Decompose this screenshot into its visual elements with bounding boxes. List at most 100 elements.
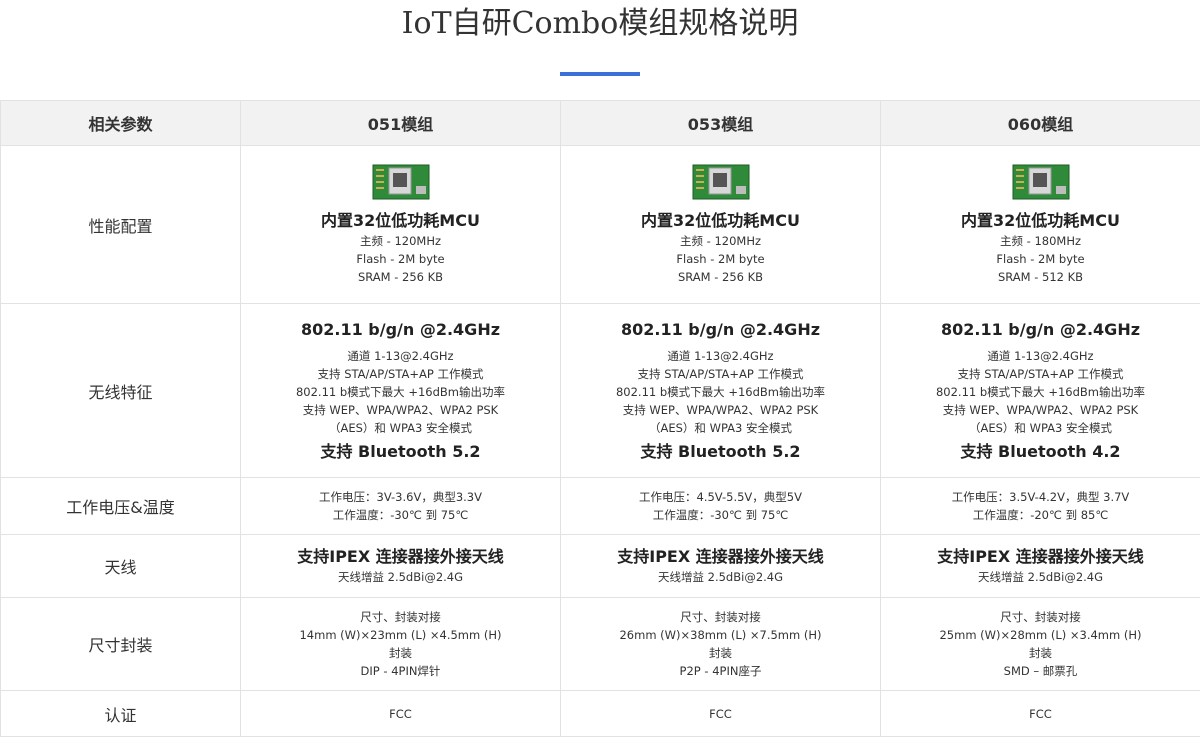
header-module-053: 053模组	[561, 101, 881, 146]
header-param: 相关参数	[1, 101, 241, 146]
cell-line: P2P - 4PIN座子	[561, 662, 880, 680]
spec-table: 相关参数 051模组 053模组 060模组 性能配置 内置32位低功耗MCU …	[0, 100, 1200, 737]
cell-line: 工作温度：-20℃ 到 85℃	[881, 506, 1200, 524]
cell-line: 主频 - 120MHz	[561, 232, 880, 250]
cell-antenna-051: 支持IPEX 连接器接外接天线 天线增益 2.5dBi@2.4G	[241, 535, 561, 598]
cell-heading: 802.11 b/g/n @2.4GHz	[241, 319, 560, 341]
cell-line: 通道 1-13@2.4GHz	[881, 347, 1200, 365]
cell-wireless-053: 802.11 b/g/n @2.4GHz 通道 1-13@2.4GHz 支持 S…	[561, 304, 881, 478]
cell-line: 天线增益 2.5dBi@2.4G	[561, 568, 880, 586]
cell-cert-053: FCC	[561, 691, 881, 737]
cell-wireless-060: 802.11 b/g/n @2.4GHz 通道 1-13@2.4GHz 支持 S…	[881, 304, 1200, 478]
module-chip-image	[1012, 164, 1070, 200]
module-chip-image	[692, 164, 750, 200]
bluetooth-heading: 支持 Bluetooth 5.2	[241, 441, 560, 463]
cell-line: 封装	[561, 644, 880, 662]
cell-heading: 802.11 b/g/n @2.4GHz	[881, 319, 1200, 341]
cell-line: 工作电压：3.5V-4.2V，典型 3.7V	[881, 488, 1200, 506]
cell-line: 封装	[241, 644, 560, 662]
header-module-060: 060模组	[881, 101, 1200, 146]
cell-line: 工作电压：4.5V-5.5V，典型5V	[561, 488, 880, 506]
cell-package-051: 尺寸、封装对接 14mm (W)×23mm (L) ×4.5mm (H) 封装 …	[241, 598, 561, 691]
header-module-051: 051模组	[241, 101, 561, 146]
cell-line: FCC	[561, 705, 880, 723]
cell-perf-051: 内置32位低功耗MCU 主频 - 120MHz Flash - 2M byte …	[241, 146, 561, 304]
cell-heading: 内置32位低功耗MCU	[881, 210, 1200, 232]
param-label: 工作电压&温度	[1, 478, 241, 535]
cell-line: Flash - 2M byte	[561, 250, 880, 268]
param-label: 尺寸封装	[1, 598, 241, 691]
cell-line: 26mm (W)×38mm (L) ×7.5mm (H)	[561, 626, 880, 644]
cell-power-051: 工作电压：3V-3.6V，典型3.3V 工作温度：-30℃ 到 75℃	[241, 478, 561, 535]
cell-line: 主频 - 180MHz	[881, 232, 1200, 250]
param-label: 认证	[1, 691, 241, 737]
cell-perf-053: 内置32位低功耗MCU 主频 - 120MHz Flash - 2M byte …	[561, 146, 881, 304]
cell-line: Flash - 2M byte	[881, 250, 1200, 268]
cell-line: 802.11 b模式下最大 +16dBm输出功率	[881, 383, 1200, 401]
cell-line: 工作温度：-30℃ 到 75℃	[561, 506, 880, 524]
cell-line: 尺寸、封装对接	[561, 608, 880, 626]
cell-line: SRAM - 512 KB	[881, 268, 1200, 286]
cell-line: 通道 1-13@2.4GHz	[561, 347, 880, 365]
cell-line: SRAM - 256 KB	[561, 268, 880, 286]
cell-power-053: 工作电压：4.5V-5.5V，典型5V 工作温度：-30℃ 到 75℃	[561, 478, 881, 535]
cell-line: 工作温度：-30℃ 到 75℃	[241, 506, 560, 524]
cell-line: 支持 STA/AP/STA+AP 工作模式	[241, 365, 560, 383]
bluetooth-heading: 支持 Bluetooth 5.2	[561, 441, 880, 463]
cell-line: 封装	[881, 644, 1200, 662]
cell-antenna-060: 支持IPEX 连接器接外接天线 天线增益 2.5dBi@2.4G	[881, 535, 1200, 598]
cell-heading: 802.11 b/g/n @2.4GHz	[561, 319, 880, 341]
row-package: 尺寸封装 尺寸、封装对接 14mm (W)×23mm (L) ×4.5mm (H…	[1, 598, 1200, 691]
param-label: 天线	[1, 535, 241, 598]
cell-perf-060: 内置32位低功耗MCU 主频 - 180MHz Flash - 2M byte …	[881, 146, 1200, 304]
cell-line: 尺寸、封装对接	[241, 608, 560, 626]
cell-line: 支持 STA/AP/STA+AP 工作模式	[881, 365, 1200, 383]
cell-line: FCC	[241, 705, 560, 723]
cell-package-053: 尺寸、封装对接 26mm (W)×38mm (L) ×7.5mm (H) 封装 …	[561, 598, 881, 691]
cell-heading: 支持IPEX 连接器接外接天线	[881, 546, 1200, 568]
cell-cert-051: FCC	[241, 691, 561, 737]
cell-line: 14mm (W)×23mm (L) ×4.5mm (H)	[241, 626, 560, 644]
cell-heading: 支持IPEX 连接器接外接天线	[561, 546, 880, 568]
cell-package-060: 尺寸、封装对接 25mm (W)×28mm (L) ×3.4mm (H) 封装 …	[881, 598, 1200, 691]
title-underline	[560, 72, 640, 76]
cell-line: 天线增益 2.5dBi@2.4G	[881, 568, 1200, 586]
cell-line: 支持 STA/AP/STA+AP 工作模式	[561, 365, 880, 383]
cell-heading: 支持IPEX 连接器接外接天线	[241, 546, 560, 568]
cell-line: （AES）和 WPA3 安全模式	[881, 419, 1200, 437]
cell-line: （AES）和 WPA3 安全模式	[241, 419, 560, 437]
cell-line: 支持 WEP、WPA/WPA2、WPA2 PSK	[881, 401, 1200, 419]
cell-line: Flash - 2M byte	[241, 250, 560, 268]
param-label: 无线特征	[1, 304, 241, 478]
row-wireless: 无线特征 802.11 b/g/n @2.4GHz 通道 1-13@2.4GHz…	[1, 304, 1200, 478]
row-power: 工作电压&温度 工作电压：3V-3.6V，典型3.3V 工作温度：-30℃ 到 …	[1, 478, 1200, 535]
cell-line: 802.11 b模式下最大 +16dBm输出功率	[561, 383, 880, 401]
cell-line: 主频 - 120MHz	[241, 232, 560, 250]
cell-line: DIP - 4PIN焊针	[241, 662, 560, 680]
row-antenna: 天线 支持IPEX 连接器接外接天线 天线增益 2.5dBi@2.4G 支持IP…	[1, 535, 1200, 598]
param-label: 性能配置	[1, 146, 241, 304]
cell-heading: 内置32位低功耗MCU	[561, 210, 880, 232]
cell-power-060: 工作电压：3.5V-4.2V，典型 3.7V 工作温度：-20℃ 到 85℃	[881, 478, 1200, 535]
module-chip-image	[372, 164, 430, 200]
row-cert: 认证 FCC FCC FCC	[1, 691, 1200, 737]
cell-heading: 内置32位低功耗MCU	[241, 210, 560, 232]
cell-line: 支持 WEP、WPA/WPA2、WPA2 PSK	[241, 401, 560, 419]
cell-line: 天线增益 2.5dBi@2.4G	[241, 568, 560, 586]
cell-wireless-051: 802.11 b/g/n @2.4GHz 通道 1-13@2.4GHz 支持 S…	[241, 304, 561, 478]
cell-line: SMD – 邮票孔	[881, 662, 1200, 680]
page-title: IoT自研Combo模组规格说明	[0, 4, 1200, 44]
header-row: 相关参数 051模组 053模组 060模组	[1, 101, 1200, 146]
row-perf: 性能配置 内置32位低功耗MCU 主频 - 120MHz Flash - 2M …	[1, 146, 1200, 304]
cell-line: 25mm (W)×28mm (L) ×3.4mm (H)	[881, 626, 1200, 644]
cell-line: 802.11 b模式下最大 +16dBm输出功率	[241, 383, 560, 401]
bluetooth-heading: 支持 Bluetooth 4.2	[881, 441, 1200, 463]
cell-line: FCC	[881, 705, 1200, 723]
cell-line: 通道 1-13@2.4GHz	[241, 347, 560, 365]
cell-cert-060: FCC	[881, 691, 1200, 737]
cell-line: 支持 WEP、WPA/WPA2、WPA2 PSK	[561, 401, 880, 419]
cell-line: （AES）和 WPA3 安全模式	[561, 419, 880, 437]
cell-line: 工作电压：3V-3.6V，典型3.3V	[241, 488, 560, 506]
cell-line: SRAM - 256 KB	[241, 268, 560, 286]
cell-antenna-053: 支持IPEX 连接器接外接天线 天线增益 2.5dBi@2.4G	[561, 535, 881, 598]
